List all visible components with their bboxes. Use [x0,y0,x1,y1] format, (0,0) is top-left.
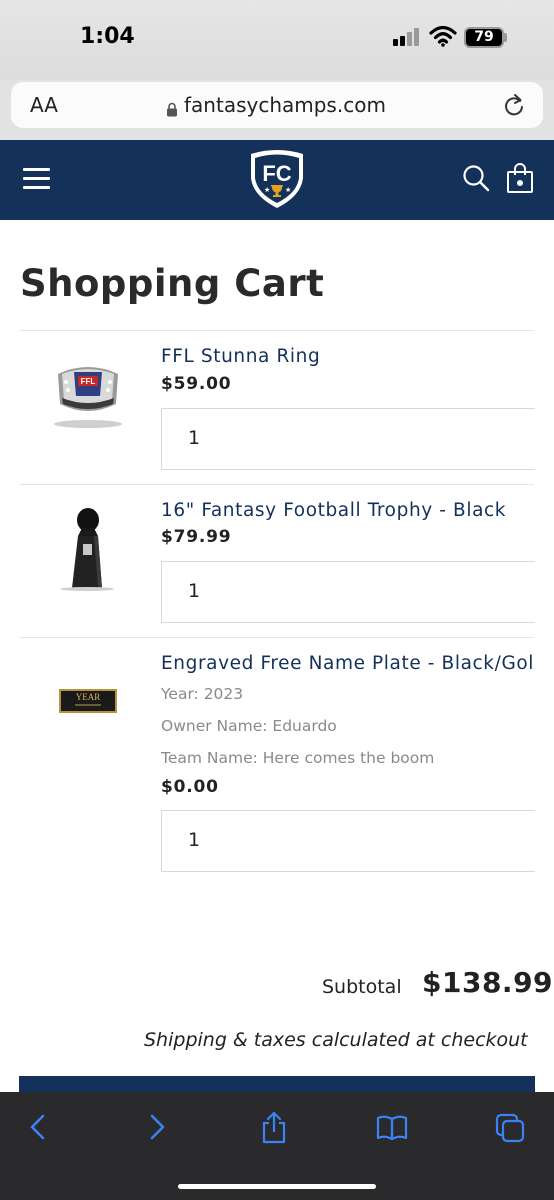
svg-text:★: ★ [264,186,270,194]
bookmarks-icon[interactable] [375,1110,409,1148]
battery-level: 79 [474,29,494,45]
item-option-owner: Owner Name: Eduardo [161,717,337,735]
svg-text:FFL: FFL [81,377,96,386]
plate-text: YEAR [75,692,101,702]
svg-text:★: ★ [285,186,291,194]
item-option-year: Year: 2023 [161,685,244,703]
battery-icon: 79 [464,27,504,48]
divider [20,484,534,485]
address-bar[interactable]: AA fantasychamps.com [11,82,543,128]
status-bar: 1:04 79 [0,0,554,80]
home-indicator [178,1184,376,1189]
site-logo[interactable]: FC ★ ★ [247,148,307,214]
search-icon[interactable] [462,164,490,196]
url-display[interactable]: fantasychamps.com [166,93,386,117]
url-text: fantasychamps.com [184,93,386,117]
battery-cap [504,33,507,42]
back-icon[interactable] [27,1110,49,1148]
quantity-value: 1 [188,829,201,851]
shipping-note: Shipping & taxes calculated at checkout [144,1029,528,1051]
logo-text: FC [262,161,291,186]
subtotal-value: $138.99 [422,966,554,999]
item-name-link[interactable]: FFL Stunna Ring [161,346,535,367]
text-size-button[interactable]: AA [30,93,58,117]
cellular-signal-icon [393,28,423,46]
divider [20,637,534,638]
lock-icon [166,98,178,116]
tabs-icon[interactable] [494,1110,526,1148]
site-header: FC ★ ★ [0,140,554,220]
item-option-team: Team Name: Here comes the boom [161,749,435,767]
item-name-link[interactable]: Engraved Free Name Plate - Black/Gold [161,653,535,674]
quantity-input[interactable]: 1 [161,810,535,872]
trophy-image[interactable] [50,504,130,594]
ring-image[interactable]: FFL [44,352,134,432]
reload-icon[interactable] [503,93,525,121]
page-title: Shopping Cart [20,262,325,305]
wifi-icon [429,25,457,51]
menu-icon[interactable] [23,166,50,190]
quantity-value: 1 [188,580,201,602]
forward-icon[interactable] [146,1110,168,1148]
item-name-link[interactable]: 16" Fantasy Football Trophy - Black [161,500,535,521]
cart-icon[interactable] [506,163,534,198]
quantity-input[interactable]: 1 [161,408,535,470]
name-plate-image[interactable]: YEAR [59,689,117,713]
text-size-label: AA [30,93,58,117]
quantity-input[interactable]: 1 [161,561,535,623]
status-time: 1:04 [80,24,135,49]
divider [20,330,534,331]
item-price: $59.00 [161,374,232,394]
item-price: $79.99 [161,527,232,547]
share-icon[interactable] [260,1110,288,1148]
item-price: $0.00 [161,777,219,797]
plate-engraving [75,704,101,706]
quantity-value: 1 [188,427,201,449]
subtotal-label: Subtotal [322,976,402,998]
